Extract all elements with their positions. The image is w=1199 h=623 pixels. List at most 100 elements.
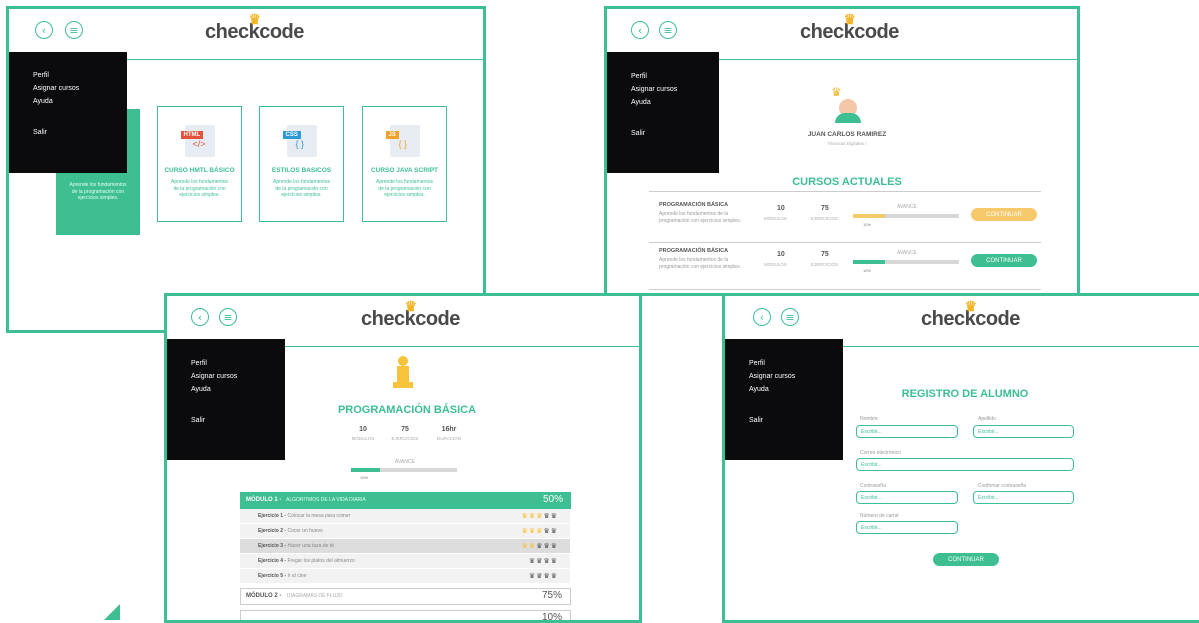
html-file-icon: HTML </> [180, 125, 215, 157]
apellido-field[interactable]: Escribir... [973, 425, 1074, 438]
modules-label: MÓDULOS [764, 216, 787, 221]
star-rating: ♛♛♛♛ [528, 573, 558, 580]
chevron-left-icon: ‹ [41, 23, 47, 37]
course-desc: Aprende los fundamentos de la programaci… [659, 211, 741, 224]
star-rating: ♛♛♛♛♛ [521, 513, 558, 520]
exercise-row[interactable]: Ejercicio 4 - Fregar los platos del almu… [240, 554, 570, 568]
chevron-left-icon: ‹ [759, 310, 765, 324]
confirmar-label: Confirmar contraseña [978, 483, 1027, 489]
module-header[interactable]: MÓDULO 2 - DIAGRAMAS DE FLUJO 75% [240, 588, 571, 605]
student-name: JUAN CARLOS RAMIREZ [807, 131, 887, 138]
progress-label: AVANCE [395, 459, 415, 465]
back-button[interactable]: ‹ [753, 308, 771, 326]
progress-percent: 10% [863, 268, 872, 273]
menu-button[interactable]: ≡ [659, 21, 677, 39]
exercise-row[interactable]: Ejercicio 2 - Cocer un huevo ♛♛♛♛♛ [240, 524, 570, 538]
sidebar-menu: Perfil Asignar cursos Ayuda Salir [725, 339, 843, 460]
continue-button[interactable]: CONTINUAR [933, 553, 999, 566]
exercise-row[interactable]: Ejercicio 5 - Ir al cine ♛♛♛♛ [240, 569, 570, 583]
progress-percent: 10% [360, 475, 369, 480]
course-card-js[interactable]: JS{ } CURSO JAVA SCRIPT Aprende los fund… [362, 106, 447, 222]
stat-modules: 10 MÓDULOS [351, 426, 375, 441]
nombre-field[interactable]: Escribir... [856, 425, 958, 438]
menu-icon: ≡ [785, 310, 795, 324]
sidebar-item-perfil[interactable]: Perfil [631, 73, 647, 80]
divider [649, 289, 1041, 290]
sidebar-item-ayuda[interactable]: Ayuda [749, 386, 769, 393]
module-topic: ALGORITMOS DE LA VIDA DIARIA [286, 497, 366, 503]
menu-button[interactable]: ≡ [781, 308, 799, 326]
app-logo: checkcode ♛ [921, 298, 1020, 330]
course-card-html[interactable]: HTML </> CURSO HMTL BÁSICO Aprende los fu… [157, 106, 242, 222]
js-file-icon: JS{ } [385, 125, 420, 157]
course-card-title: CURSO JAVA SCRIPT [370, 167, 439, 174]
sidebar-item-asignar-cursos[interactable]: Asignar cursos [749, 373, 795, 380]
sidebar-item-asignar-cursos[interactable]: Asignar cursos [631, 86, 677, 93]
exercises-count: 75 [821, 205, 829, 212]
email-field[interactable]: Escribir... [856, 458, 1074, 471]
sidebar-item-asignar-cursos[interactable]: Asignar cursos [33, 85, 79, 92]
modules-count: 10 [777, 205, 785, 212]
chevron-left-icon: ‹ [637, 23, 643, 37]
module-topic: DIAGRAMAS DE FLUJO [287, 593, 343, 599]
menu-button[interactable]: ≡ [219, 308, 237, 326]
course-detail-screen: ‹ ≡ checkcode ♛ Perfil Asignar cursos Ayu… [164, 293, 642, 623]
confirm-password-field[interactable]: Escribir... [973, 491, 1074, 504]
modules-count: 10 [777, 251, 785, 258]
exercises-label: EJERCICIOS [811, 262, 839, 267]
course-desc: Aprende los fundamentos de la programaci… [659, 257, 741, 270]
stat-duration: 16hr DURACIÓN [436, 426, 461, 441]
apellido-label: Apellido [978, 416, 996, 422]
menu-icon: ≡ [223, 310, 233, 324]
continue-button[interactable]: CONTINUAR [971, 208, 1037, 221]
menu-button[interactable]: ≡ [65, 21, 83, 39]
sidebar-item-asignar-cursos[interactable]: Asignar cursos [191, 373, 237, 380]
course-card-desc: Aprende los fundamentos de la programaci… [171, 179, 228, 198]
app-logo: checkcode ♛ [361, 298, 460, 330]
progress-bar [853, 214, 959, 218]
progress-label: AVANCE [897, 250, 917, 256]
chevron-left-icon: ‹ [197, 310, 203, 324]
sidebar-item-ayuda[interactable]: Ayuda [33, 98, 53, 105]
progress-label: AVANCE [897, 204, 917, 210]
back-button[interactable]: ‹ [191, 308, 209, 326]
crown-icon: ♛ [964, 298, 978, 314]
module-percent: 50% [542, 494, 563, 505]
courses-screen: ‹ ≡ checkcode ♛ Aprende los fundamentos d… [6, 6, 486, 333]
continue-button[interactable]: CONTINUAR [971, 254, 1037, 267]
password-field[interactable]: Escribir... [856, 491, 958, 504]
course-card-css[interactable]: CSS{ } ESTILOS BASICOS Aprende los funda… [259, 106, 344, 222]
course-title: PROGRAMACIÓN BÁSICA [659, 248, 729, 254]
divider [649, 242, 1041, 243]
carne-field[interactable]: Escribir... [856, 521, 958, 534]
sidebar-item-ayuda[interactable]: Ayuda [631, 99, 651, 106]
star-rating: ♛♛♛♛♛ [521, 528, 558, 535]
crown-icon: ♛ [248, 11, 262, 27]
stat-exercises: 75 EJERCICIOS [391, 426, 419, 441]
menu-icon: ≡ [663, 23, 673, 37]
module-header[interactable]: 10% [240, 610, 571, 620]
sidebar-item-salir[interactable]: Salir [33, 129, 47, 136]
sidebar-item-perfil[interactable]: Perfil [749, 360, 765, 367]
carne-label: Número de carné [860, 513, 899, 519]
exercise-row[interactable]: Ejercicio 3 - Hacer una taza de té ♛♛♛♛♛ [240, 539, 570, 553]
course-card-title: CURSO HMTL BÁSICO [164, 167, 235, 174]
app-logo: checkcode ♛ [205, 11, 304, 43]
sidebar-item-perfil[interactable]: Perfil [33, 72, 49, 79]
exercise-row[interactable]: Ejercicio 1 - Colocar la mesa para comer… [240, 509, 570, 523]
course-card-desc: Aprende los fundamentos de la programaci… [69, 182, 127, 201]
crown-icon: ♛ [404, 298, 418, 314]
module-header[interactable]: MÓDULO 1 - ALGORITMOS DE LA VIDA DIARIA … [240, 492, 571, 509]
module-name: MÓDULO 2 - [246, 593, 282, 599]
sidebar-item-salir[interactable]: Salir [191, 417, 205, 424]
divider [649, 191, 1041, 192]
modules-label: MÓDULOS [764, 262, 787, 267]
sidebar-item-ayuda[interactable]: Ayuda [191, 386, 211, 393]
avatar: ♛ [831, 85, 863, 123]
sidebar-item-salir[interactable]: Salir [749, 417, 763, 424]
sidebar-item-perfil[interactable]: Perfil [191, 360, 207, 367]
back-button[interactable]: ‹ [35, 21, 53, 39]
back-button[interactable]: ‹ [631, 21, 649, 39]
nombre-label: Nombre [860, 416, 878, 422]
sidebar-item-salir[interactable]: Salir [631, 130, 645, 137]
